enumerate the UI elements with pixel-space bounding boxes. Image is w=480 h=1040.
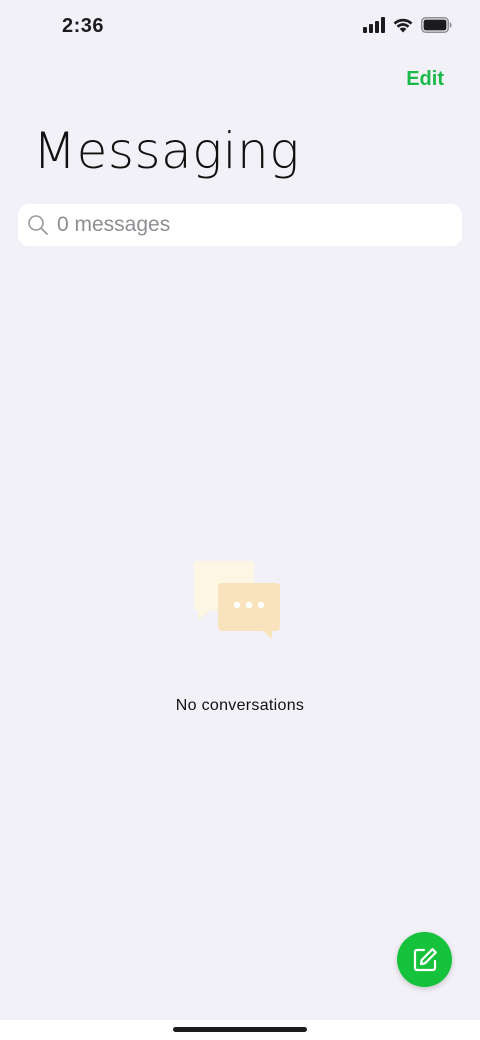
chat-bubbles-icon — [194, 561, 280, 639]
page-title: Messaging — [33, 122, 300, 180]
battery-icon — [421, 16, 452, 38]
compose-button[interactable] — [397, 932, 452, 987]
search-icon — [26, 213, 50, 237]
search-input[interactable] — [55, 212, 439, 238]
empty-state-message: No conversations — [175, 697, 305, 714]
search-bar[interactable] — [18, 204, 462, 246]
edit-button[interactable]: Edit — [406, 68, 444, 91]
status-bar: 2:36 — [0, 0, 480, 56]
status-icons — [363, 16, 452, 38]
empty-state: No conversations — [0, 555, 480, 715]
wifi-icon — [393, 17, 413, 38]
home-indicator[interactable] — [173, 1027, 307, 1032]
status-time: 2:36 — [62, 15, 105, 37]
compose-icon — [413, 947, 437, 971]
cellular-signal-icon — [363, 16, 385, 38]
